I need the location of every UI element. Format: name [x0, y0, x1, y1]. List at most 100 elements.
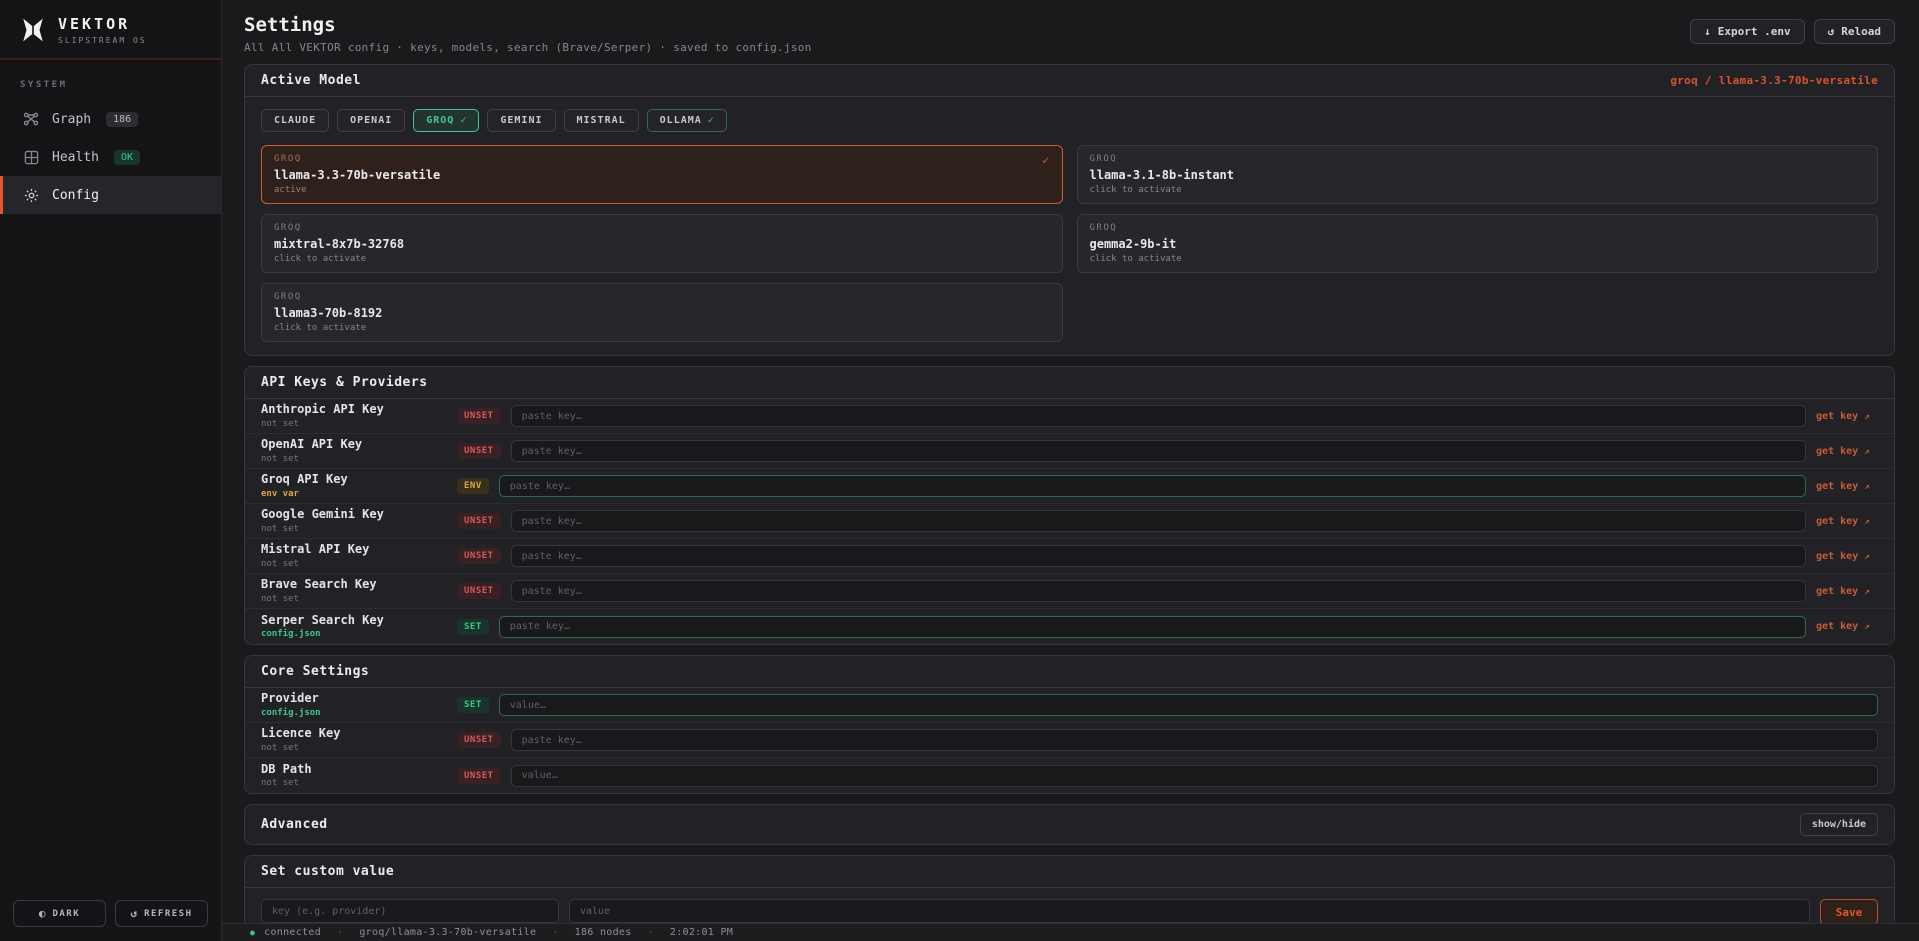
provider-input[interactable]	[499, 694, 1878, 716]
reload-icon: ↺	[1828, 25, 1835, 38]
sidebar-item-label: Health	[52, 150, 99, 165]
external-link-icon: ↗	[1864, 622, 1869, 632]
status-model: groq/llama-3.3-70b-versatile	[359, 927, 536, 938]
api-keys-title: API Keys & Providers	[261, 375, 428, 390]
status-badge: SET	[457, 619, 489, 635]
check-icon: ✓	[708, 115, 714, 126]
licence-key-input[interactable]	[511, 729, 1878, 751]
get-key-link[interactable]: get key ↗	[1816, 411, 1878, 422]
external-link-icon: ↗	[1864, 517, 1869, 527]
openai-key-input[interactable]	[511, 440, 1806, 462]
status-badge: UNSET	[457, 408, 501, 424]
main-area: Settings All All VEKTOR config · keys, m…	[222, 0, 1919, 941]
check-icon: ✓	[1042, 153, 1049, 167]
key-row-anthropic: Anthropic API Key not set UNSET get key …	[245, 399, 1894, 434]
connection-status: connected	[264, 927, 321, 938]
setting-row-licence: Licence Key not set UNSET	[245, 723, 1894, 758]
graph-icon	[23, 111, 39, 127]
tab-gemini[interactable]: GEMINI	[487, 109, 555, 132]
model-card-active[interactable]: GROQ llama-3.3-70b-versatile active ✓	[261, 145, 1063, 204]
logo-subtitle: SLIPSTREAM OS	[58, 36, 147, 45]
mistral-key-input[interactable]	[511, 545, 1806, 567]
status-nodes: 186 nodes	[575, 927, 632, 938]
logo: VEKTOR SLIPSTREAM OS	[0, 0, 221, 60]
status-badge: UNSET	[457, 732, 501, 748]
show-hide-button[interactable]: show/hide	[1800, 813, 1878, 836]
custom-value-title: Set custom value	[261, 864, 394, 879]
custom-value-card: Set custom value Save	[244, 855, 1895, 923]
health-ok-badge: OK	[114, 150, 140, 165]
get-key-link[interactable]: get key ↗	[1816, 481, 1878, 492]
custom-value-input[interactable]	[569, 899, 1810, 923]
get-key-link[interactable]: get key ↗	[1816, 446, 1878, 457]
sidebar-item-config[interactable]: Config	[0, 176, 221, 214]
advanced-title: Advanced	[261, 817, 328, 832]
settings-content: Active Model groq / llama-3.3-70b-versat…	[222, 62, 1919, 923]
status-badge: UNSET	[457, 768, 501, 784]
reload-button[interactable]: ↺ Reload	[1814, 19, 1895, 44]
status-badge: UNSET	[457, 513, 501, 529]
dark-mode-button[interactable]: ◐ DARK	[13, 900, 106, 927]
logo-title: VEKTOR	[58, 15, 147, 33]
status-badge: UNSET	[457, 443, 501, 459]
refresh-icon: ↺	[130, 907, 137, 920]
config-sun-icon	[23, 187, 39, 203]
sidebar: VEKTOR SLIPSTREAM OS SYSTEM Graph 186	[0, 0, 222, 941]
tab-groq[interactable]: GROQ✓	[413, 109, 479, 132]
key-row-groq: Groq API Key env var ENV get key ↗	[245, 469, 1894, 504]
active-model-card: Active Model groq / llama-3.3-70b-versat…	[244, 64, 1895, 356]
graph-count-badge: 186	[106, 112, 138, 127]
gemini-key-input[interactable]	[511, 510, 1806, 532]
brave-key-input[interactable]	[511, 580, 1806, 602]
advanced-card: Advanced show/hide	[244, 804, 1895, 845]
sidebar-item-graph[interactable]: Graph 186	[0, 100, 221, 138]
key-row-mistral: Mistral API Key not set UNSET get key ↗	[245, 539, 1894, 574]
vektor-logo-icon	[20, 17, 46, 43]
model-card[interactable]: GROQ mixtral-8x7b-32768 click to activat…	[261, 214, 1063, 273]
core-settings-card: Core Settings Provider config.json SET L…	[244, 655, 1895, 794]
external-link-icon: ↗	[1864, 447, 1869, 457]
tab-mistral[interactable]: MISTRAL	[564, 109, 639, 132]
get-key-link[interactable]: get key ↗	[1816, 586, 1878, 597]
setting-row-provider: Provider config.json SET	[245, 688, 1894, 723]
core-settings-title: Core Settings	[261, 664, 369, 679]
anthropic-key-input[interactable]	[511, 405, 1806, 427]
custom-key-input[interactable]	[261, 899, 559, 923]
external-link-icon: ↗	[1864, 412, 1869, 422]
key-row-brave: Brave Search Key not set UNSET get key ↗	[245, 574, 1894, 609]
tab-claude[interactable]: CLAUDE	[261, 109, 329, 132]
get-key-link[interactable]: get key ↗	[1816, 551, 1878, 562]
refresh-button[interactable]: ↺ REFRESH	[115, 900, 208, 927]
model-card[interactable]: GROQ gemma2-9b-it click to activate	[1077, 214, 1879, 273]
status-badge: SET	[457, 697, 489, 713]
model-card[interactable]: GROQ llama3-70b-8192 click to activate	[261, 283, 1063, 342]
save-button[interactable]: Save	[1820, 899, 1878, 923]
key-row-gemini: Google Gemini Key not set UNSET get key …	[245, 504, 1894, 539]
api-keys-card: API Keys & Providers Anthropic API Key n…	[244, 366, 1895, 645]
connection-dot-icon: ●	[250, 928, 255, 937]
sidebar-item-label: Config	[52, 188, 99, 203]
page-subtitle: All All VEKTOR config · keys, models, se…	[244, 41, 812, 54]
model-grid: GROQ llama-3.3-70b-versatile active ✓ GR…	[261, 145, 1878, 342]
status-badge: UNSET	[457, 583, 501, 599]
model-card[interactable]: GROQ llama-3.1-8b-instant click to activ…	[1077, 145, 1879, 204]
status-badge: UNSET	[457, 548, 501, 564]
setting-row-dbpath: DB Path not set UNSET	[245, 758, 1894, 793]
tab-openai[interactable]: OPENAI	[337, 109, 405, 132]
check-icon: ✓	[460, 115, 466, 126]
dark-mode-icon: ◐	[39, 907, 46, 920]
get-key-link[interactable]: get key ↗	[1816, 516, 1878, 527]
status-time: 2:02:01 PM	[670, 927, 733, 938]
export-env-button[interactable]: ↓ Export .env	[1690, 19, 1804, 44]
app-root: VEKTOR SLIPSTREAM OS SYSTEM Graph 186	[0, 0, 1919, 941]
sidebar-item-health[interactable]: Health OK	[0, 138, 221, 176]
sidebar-footer: ◐ DARK ↺ REFRESH	[0, 888, 221, 941]
serper-key-input[interactable]	[499, 616, 1806, 638]
db-path-input[interactable]	[511, 765, 1878, 787]
status-badge: ENV	[457, 478, 489, 494]
sidebar-section-label: SYSTEM	[0, 60, 221, 100]
external-link-icon: ↗	[1864, 587, 1869, 597]
tab-ollama[interactable]: OLLAMA✓	[647, 109, 727, 132]
groq-key-input[interactable]	[499, 475, 1806, 497]
get-key-link[interactable]: get key ↗	[1816, 621, 1878, 632]
